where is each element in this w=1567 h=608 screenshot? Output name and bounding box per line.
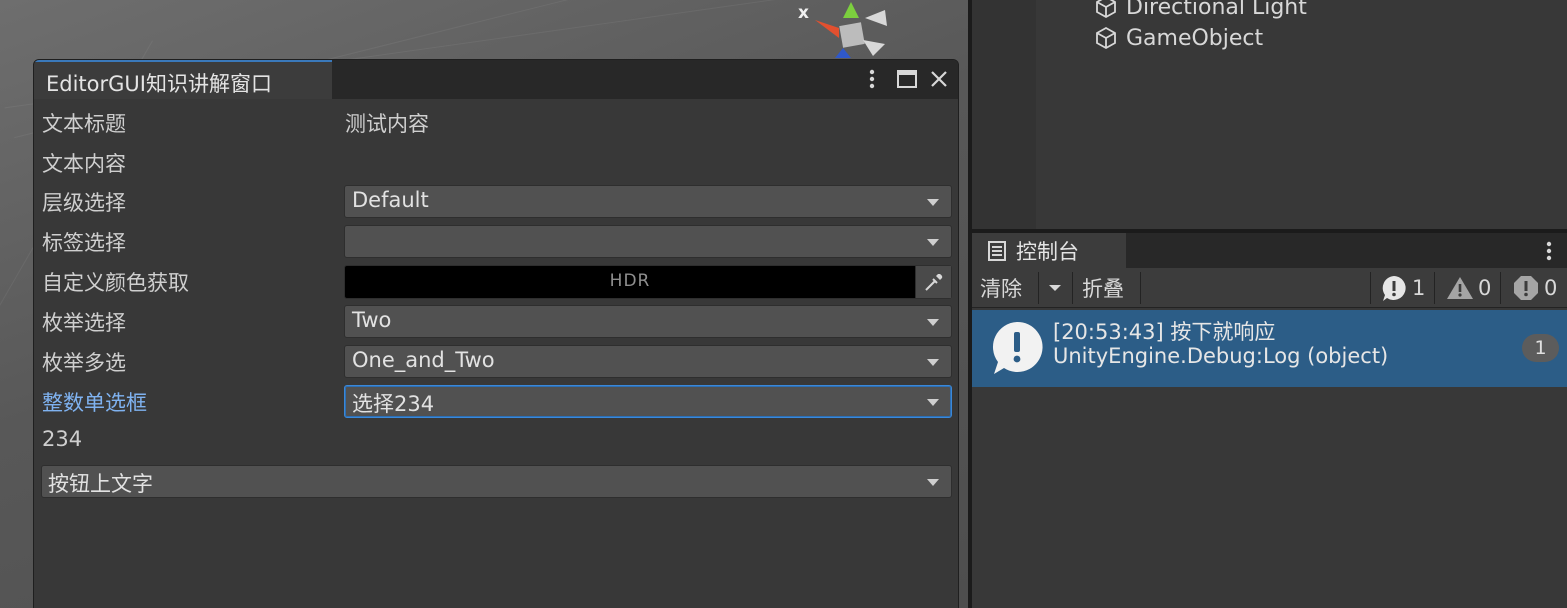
clear-button[interactable]: 清除 — [974, 268, 1028, 308]
toolbar-separator — [1140, 272, 1141, 304]
warning-count-toggle[interactable]: 0 — [1446, 268, 1491, 308]
info-icon — [1382, 276, 1406, 301]
hierarchy-item[interactable]: Directional Light — [1094, 0, 1307, 22]
info-bubble-icon — [992, 321, 1043, 374]
dropdown-button-row: 按钮上文字 — [34, 461, 958, 501]
clear-button-label: 清除 — [980, 277, 1022, 301]
int-popup-dropdown[interactable]: 选择234 — [344, 385, 952, 418]
error-count: 0 — [1544, 276, 1558, 300]
console-menu-button[interactable] — [1539, 237, 1559, 265]
text-content-label: 文本内容 — [42, 152, 126, 176]
int-popup-value: 选择234 — [352, 392, 435, 416]
enum-label: 枚举选择 — [42, 311, 126, 335]
chevron-down-icon — [1049, 285, 1061, 291]
error-icon — [1514, 276, 1538, 300]
clear-options-dropdown[interactable] — [1040, 268, 1070, 308]
eyedropper-button[interactable] — [915, 266, 951, 298]
chevron-down-icon — [927, 239, 939, 246]
console-tab-label: 控制台 — [1016, 239, 1079, 264]
text-title-value: 测试内容 — [345, 112, 429, 136]
color-label: 自定义颜色获取 — [42, 271, 189, 295]
toolbar-separator — [1370, 272, 1371, 304]
info-count-toggle[interactable]: 1 — [1380, 268, 1425, 308]
maximize-button[interactable] — [893, 64, 921, 94]
window-tab[interactable]: EditorGUI知识讲解窗口 — [34, 60, 332, 99]
text-title-label: 文本标题 — [42, 112, 126, 136]
chevron-down-icon — [927, 359, 939, 366]
chevron-down-icon — [927, 399, 939, 406]
int-popup-row: 整数单选框 选择234 — [34, 381, 958, 421]
text-content-row: 文本内容 — [34, 142, 958, 182]
log-info-icon-wrap — [990, 320, 1044, 380]
console-tab[interactable]: 控制台 — [972, 233, 1126, 268]
editor-gui-window: EditorGUI知识讲解窗口 文本标题 测试内容 文本内容 层级选择 Defa… — [33, 59, 959, 608]
error-count-toggle[interactable]: 0 — [1512, 268, 1557, 308]
window-header: EditorGUI知识讲解窗口 — [34, 60, 958, 99]
info-count: 1 — [1412, 276, 1426, 300]
hierarchy-item-label: GameObject — [1126, 25, 1264, 51]
warning-icon — [1447, 277, 1473, 299]
int-popup-label: 整数单选框 — [42, 391, 147, 415]
close-icon — [931, 71, 947, 87]
int-result-row: 234 — [34, 421, 958, 461]
tag-row: 标签选择 — [34, 221, 958, 261]
layer-dropdown-value: Default — [352, 188, 429, 212]
hierarchy-gutter — [972, 0, 1036, 229]
hierarchy-panel: Directional Light GameObject — [972, 0, 1567, 229]
tag-label: 标签选择 — [42, 231, 126, 255]
hierarchy-item-label: Directional Light — [1126, 0, 1307, 20]
console-header: 控制台 — [972, 233, 1567, 268]
toolbar-separator — [1072, 272, 1073, 304]
warning-count: 0 — [1478, 276, 1492, 300]
toolbar-separator — [1038, 272, 1039, 304]
layer-row: 层级选择 Default — [34, 181, 958, 221]
console-toolbar: 清除 折叠 1 0 0 — [972, 268, 1567, 308]
console-panel: 控制台 清除 折叠 1 0 0 [20:53:43] 按下就响应 UnityEn… — [972, 233, 1567, 608]
log-stacktrace: UnityEngine.Debug:Log (object) — [1053, 344, 1389, 368]
tag-dropdown[interactable] — [344, 225, 952, 258]
color-row: 自定义颜色获取 HDR — [34, 261, 958, 301]
collapse-button[interactable]: 折叠 — [1076, 268, 1130, 308]
window-menu-button[interactable] — [858, 64, 886, 94]
color-field[interactable]: HDR — [344, 265, 952, 299]
enum-dropdown-value: Two — [352, 308, 392, 332]
layer-label: 层级选择 — [42, 191, 126, 215]
chevron-down-icon — [927, 319, 939, 326]
log-count-badge: 1 — [1522, 334, 1559, 362]
console-icon — [988, 240, 1006, 261]
axis-gizmo-icon — [815, 2, 887, 58]
int-result-text: 234 — [42, 427, 83, 451]
kebab-menu-icon — [869, 69, 875, 89]
enum-multi-row: 枚举多选 One_and_Two — [34, 341, 958, 381]
chevron-down-icon — [927, 199, 939, 206]
gizmo-x-label: x — [798, 3, 809, 23]
text-title-row: 文本标题 测试内容 — [34, 102, 958, 142]
window-title: EditorGUI知识讲解窗口 — [46, 72, 272, 96]
log-message: [20:53:43] 按下就响应 — [1053, 320, 1276, 344]
console-log-entry[interactable]: [20:53:43] 按下就响应 UnityEngine.Debug:Log (… — [972, 310, 1567, 387]
toolbar-separator — [1500, 272, 1501, 304]
chevron-down-icon — [927, 479, 939, 486]
enum-row: 枚举选择 Two — [34, 301, 958, 341]
close-button[interactable] — [925, 64, 953, 94]
maximize-icon — [897, 70, 917, 88]
enum-dropdown[interactable]: Two — [344, 305, 952, 338]
eyedropper-icon — [924, 274, 942, 291]
gameobject-cube-icon — [1096, 26, 1116, 50]
layer-dropdown[interactable]: Default — [344, 185, 952, 218]
enum-flags-value: One_and_Two — [352, 348, 495, 372]
hierarchy-item[interactable]: GameObject — [1094, 23, 1263, 53]
enum-multi-label: 枚举多选 — [42, 351, 126, 375]
scene-orientation-gizmo[interactable]: x — [795, 0, 905, 58]
dropdown-button[interactable]: 按钮上文字 — [41, 465, 952, 498]
hdr-text: HDR — [609, 271, 651, 291]
enum-flags-dropdown[interactable]: One_and_Two — [344, 345, 952, 378]
kebab-menu-icon — [1546, 241, 1552, 261]
toolbar-separator — [1434, 272, 1435, 304]
gameobject-cube-icon — [1096, 0, 1116, 19]
collapse-button-label: 折叠 — [1082, 277, 1124, 301]
dropdown-button-label: 按钮上文字 — [48, 472, 153, 496]
